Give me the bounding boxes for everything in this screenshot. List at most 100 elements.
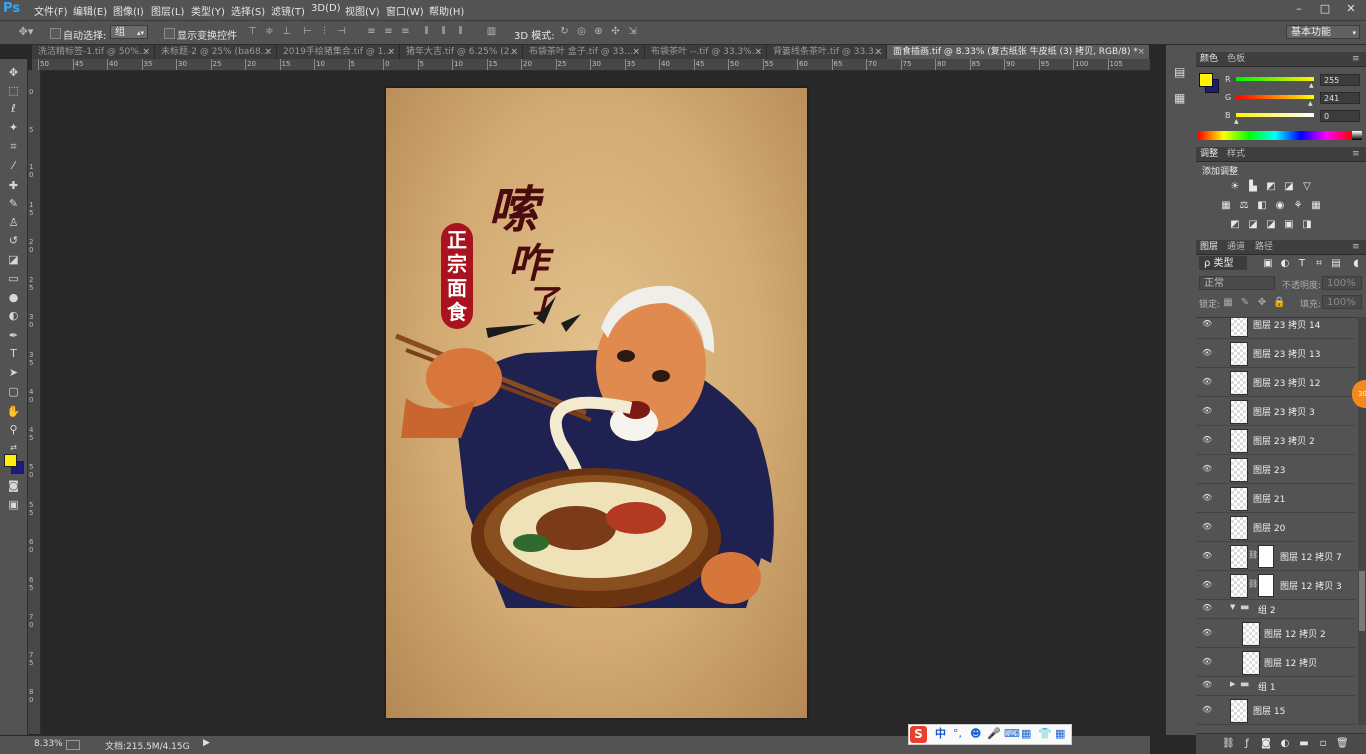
layer-thumbnail[interactable]: [1230, 318, 1248, 337]
slide-3d-icon[interactable]: ✣: [610, 26, 621, 37]
layer-row[interactable]: 👁 图层 12 拷贝 2: [1196, 619, 1356, 648]
eraser-tool-icon[interactable]: ◪: [4, 252, 23, 268]
filter-toggle-icon[interactable]: ◖: [1350, 258, 1362, 269]
selective-color-icon[interactable]: ▣: [1283, 219, 1295, 230]
align-hcenter-icon[interactable]: ⫶: [319, 26, 330, 37]
menu-help[interactable]: 帮助(H): [429, 3, 464, 18]
layer-thumbnail[interactable]: [1230, 400, 1248, 424]
scale-3d-icon[interactable]: ⇲: [627, 26, 638, 37]
tab-adjustments[interactable]: 调整: [1200, 148, 1218, 160]
filter-adjustment-icon[interactable]: ◐: [1279, 258, 1291, 269]
layer-group-row[interactable]: 👁 ▼ ▬ 组 2: [1196, 600, 1356, 619]
move-tool-icon[interactable]: ✥: [4, 65, 23, 81]
layers-scrollbar[interactable]: [1358, 317, 1366, 725]
close-icon[interactable]: ×: [510, 45, 518, 59]
close-icon[interactable]: ×: [387, 45, 395, 59]
visibility-eye-icon[interactable]: 👁: [1202, 580, 1212, 590]
lock-position-icon[interactable]: ✥: [1256, 297, 1268, 308]
align-vcenter-icon[interactable]: ≑: [264, 26, 275, 37]
layer-row[interactable]: 👁 图层 23 拷贝 14: [1196, 318, 1356, 339]
layer-thumbnail[interactable]: [1230, 699, 1248, 723]
layer-row[interactable]: 👁 图层 23 拷贝 2: [1196, 426, 1356, 455]
dodge-tool-icon[interactable]: ◐: [4, 308, 23, 324]
new-adjustment-layer-icon[interactable]: ◐: [1279, 738, 1291, 749]
slider-thumb-icon[interactable]: ▲: [1309, 82, 1314, 89]
document-canvas[interactable]: 正 宗 面 食 嗦 咋 了: [386, 88, 807, 718]
visibility-eye-icon[interactable]: 👁: [1202, 319, 1212, 329]
black-white-icon[interactable]: ◧: [1256, 200, 1268, 211]
healing-brush-tool-icon[interactable]: ✚: [4, 178, 23, 194]
rotate-3d-icon[interactable]: ↻: [559, 26, 570, 37]
layer-row[interactable]: 👁 图层 23 拷贝 12: [1196, 368, 1356, 397]
add-mask-icon[interactable]: ◙: [1260, 738, 1272, 749]
panel-menu-icon[interactable]: ≡: [1352, 241, 1360, 253]
panel-menu-icon[interactable]: ≡: [1352, 148, 1360, 160]
align-right-icon[interactable]: ⊣: [336, 26, 347, 37]
menu-window[interactable]: 窗口(W): [386, 3, 424, 18]
photo-filter-icon[interactable]: ◉: [1274, 200, 1286, 211]
auto-align-icon[interactable]: ▥: [486, 26, 497, 37]
drag-3d-icon[interactable]: ⊕: [593, 26, 604, 37]
layer-thumbnail[interactable]: [1230, 545, 1248, 569]
tab-channels[interactable]: 通道: [1227, 241, 1245, 253]
visibility-eye-icon[interactable]: 👁: [1202, 493, 1212, 503]
layer-filter-dropdown[interactable]: ρ 类型: [1199, 256, 1247, 270]
fill-input[interactable]: 100%: [1322, 295, 1362, 309]
minimize-button[interactable]: –: [1288, 0, 1310, 18]
layer-row[interactable]: 👁 ⛓ 图层 12 拷贝 7: [1196, 542, 1356, 571]
layer-thumbnail[interactable]: [1230, 574, 1248, 598]
layer-row[interactable]: 👁 ⛓ 图层 12 拷贝 3: [1196, 571, 1356, 600]
crop-tool-icon[interactable]: ⌗: [4, 139, 23, 155]
align-bottom-icon[interactable]: ⊥: [281, 26, 292, 37]
layers-list[interactable]: 👁 图层 23 拷贝 14 👁 图层 23 拷贝 13 👁 图层 23 拷贝 12 👁 图层 …: [1196, 317, 1358, 726]
delete-layer-icon[interactable]: 🗑: [1336, 738, 1349, 749]
close-icon[interactable]: ×: [754, 45, 762, 59]
close-icon[interactable]: ×: [264, 45, 272, 59]
slider-thumb-icon[interactable]: ▲: [1308, 100, 1313, 107]
gradient-tool-icon[interactable]: ▭: [4, 271, 23, 287]
panel-menu-icon[interactable]: ≡: [1352, 53, 1360, 65]
tab-layers[interactable]: 图层: [1200, 241, 1218, 253]
collapse-arrow-icon[interactable]: ▶: [1230, 680, 1235, 688]
slider-thumb-icon[interactable]: ▲: [1234, 118, 1239, 125]
move-tool-preset-icon[interactable]: ✥▾: [14, 26, 38, 37]
new-layer-icon[interactable]: ▫: [1317, 738, 1329, 749]
tab-document[interactable]: 2019手绘猪集合.tif @ 1... ×: [277, 45, 400, 59]
menu-view[interactable]: 视图(V): [345, 3, 380, 18]
channel-g-input[interactable]: 241: [1320, 92, 1360, 104]
shape-tool-icon[interactable]: ▢: [4, 384, 23, 400]
channel-r-input[interactable]: 255: [1320, 74, 1360, 86]
type-tool-icon[interactable]: T: [4, 346, 23, 362]
foreground-color-swatch[interactable]: [4, 454, 17, 467]
hand-tool-icon[interactable]: ✋: [4, 404, 23, 420]
menu-layer[interactable]: 图层(L): [151, 3, 184, 18]
hue-saturation-icon[interactable]: ▦: [1220, 200, 1232, 211]
channel-r-slider[interactable]: [1236, 77, 1314, 81]
mask-link-icon[interactable]: ⛓: [1248, 579, 1258, 588]
tab-swatches[interactable]: 色板: [1227, 53, 1245, 65]
layer-thumbnail[interactable]: [1230, 458, 1248, 482]
auto-select-dropdown[interactable]: 组 ▴▾: [110, 25, 148, 39]
visibility-eye-icon[interactable]: 👁: [1202, 348, 1212, 358]
distribute-vcenter-icon[interactable]: ≡: [383, 26, 394, 37]
mask-link-icon[interactable]: ⛓: [1248, 550, 1258, 559]
filter-type-icon[interactable]: T: [1296, 258, 1308, 269]
visibility-eye-icon[interactable]: 👁: [1202, 603, 1212, 613]
channel-b-slider[interactable]: [1236, 113, 1314, 117]
distribute-right-icon[interactable]: ⦀: [455, 26, 466, 37]
status-menu-arrow-icon[interactable]: ▶: [203, 738, 210, 748]
tab-paths[interactable]: 路径: [1255, 241, 1273, 253]
close-icon[interactable]: ×: [142, 45, 150, 59]
menu-image[interactable]: 图像(I): [113, 3, 144, 18]
tab-document[interactable]: 猪年大吉.tif @ 6.25% (2... ×: [400, 45, 523, 59]
link-layers-icon[interactable]: ⛓: [1222, 738, 1235, 749]
filter-shape-icon[interactable]: ⌗: [1313, 258, 1325, 269]
filter-pixel-icon[interactable]: ▣: [1262, 258, 1274, 269]
close-icon[interactable]: ×: [874, 45, 882, 59]
menu-type[interactable]: 类型(Y): [191, 3, 225, 18]
show-transform-checkbox[interactable]: [164, 28, 175, 39]
color-fg-swatch[interactable]: [1199, 73, 1213, 87]
ime-mode-toggle[interactable]: 中: [935, 727, 946, 741]
layer-mask-thumbnail[interactable]: [1258, 545, 1274, 568]
visibility-eye-icon[interactable]: 👁: [1202, 377, 1212, 387]
